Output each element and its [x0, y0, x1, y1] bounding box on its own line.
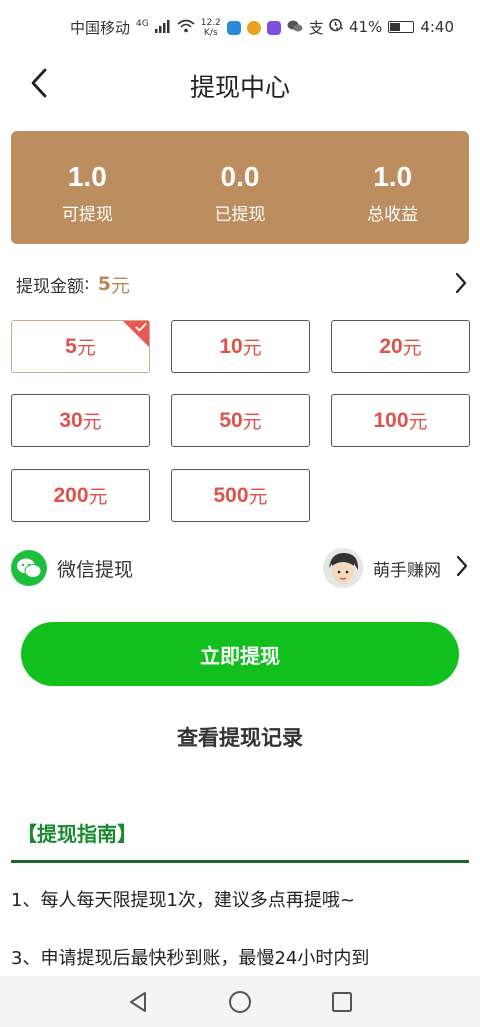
app-notification-icon: [246, 20, 261, 35]
signal-icon: [154, 19, 171, 37]
clock: 4:40: [420, 17, 454, 36]
amount-option-20[interactable]: 20 元: [331, 320, 470, 373]
withdraw-method-row[interactable]: 微信提现 萌手赚网: [11, 545, 469, 591]
chevron-right-icon: [454, 272, 468, 298]
header: 提现中心: [0, 56, 480, 112]
option-unit: 元: [408, 411, 428, 433]
option-value: 20: [379, 334, 403, 358]
triangle-back-icon: [130, 992, 146, 1012]
amount-option-100[interactable]: 100 元: [331, 394, 470, 447]
option-value: 10: [219, 334, 243, 358]
check-icon: [135, 322, 147, 332]
net-speed-unit: K/s: [203, 27, 218, 38]
option-unit: 元: [248, 486, 268, 508]
withdraw-method-label: 微信提现: [57, 558, 134, 581]
withdraw-amount-value: 5: [97, 273, 111, 295]
battery-percent: 41%: [348, 17, 383, 36]
total-earnings-label: 总收益: [367, 205, 419, 225]
avatar: [323, 548, 363, 588]
net-speed-value: 12.2: [200, 17, 221, 28]
net-speed: 12.2 K/s: [201, 18, 221, 38]
total-earnings-value: 1.0: [373, 161, 413, 192]
option-value: 500: [213, 483, 249, 507]
option-unit: 元: [88, 486, 108, 508]
square-recents-icon: [332, 992, 352, 1012]
wechat-notification-icon: [287, 19, 303, 37]
guide-item: 1、每人每天限提现1次，建议多点再提哦~: [11, 890, 355, 911]
view-withdraw-records-link[interactable]: 查看提现记录: [0, 722, 480, 752]
amount-option-30[interactable]: 30 元: [11, 394, 150, 447]
option-unit: 元: [76, 337, 96, 359]
account-name: 萌手赚网: [373, 560, 441, 581]
withdrawn-label: 已提现: [214, 205, 266, 225]
amount-option-5[interactable]: 5元: [11, 320, 150, 373]
amount-option-200[interactable]: 200 元: [11, 469, 150, 522]
wechat-icon: [11, 550, 47, 586]
system-nav-bar: [0, 976, 480, 1027]
alarm-icon: [328, 17, 343, 36]
account-info[interactable]: 萌手赚网: [323, 545, 469, 591]
carrier-label: 中国移动: [70, 19, 131, 37]
total-earnings-stat: 1.0 总收益: [316, 131, 469, 244]
status-bar: 中国移动 4G 12.2 K/s 支 ⋯ 41% 4:40: [0, 0, 480, 56]
option-value: 100: [373, 408, 409, 432]
withdrawn-value: 0.0: [220, 161, 260, 192]
guide-item: 3、申请提现后最快秒到账，最慢24小时内到: [11, 948, 370, 969]
alipay-notification-icon: 支: [308, 19, 324, 37]
withdraw-amount-label: 提现金额: [16, 276, 84, 297]
option-unit: 元: [242, 411, 262, 433]
amount-option-500[interactable]: 500 元: [171, 469, 310, 522]
app-notification-icon: [226, 20, 241, 35]
withdraw-amount-colon: :: [84, 274, 90, 294]
network-label: 4G: [136, 18, 149, 29]
withdraw-amount-row[interactable]: 提现金额 : 5 元: [16, 268, 468, 300]
nav-home-button[interactable]: [226, 988, 254, 1016]
option-value: 30: [59, 408, 83, 432]
option-unit: 元: [402, 337, 422, 359]
amount-option-50[interactable]: 50 元: [171, 394, 310, 447]
withdrawable-value: 1.0: [67, 161, 107, 192]
withdraw-now-button[interactable]: 立即提现: [21, 622, 459, 686]
withdrawable-label: 可提现: [61, 205, 113, 225]
battery-icon: [388, 20, 415, 33]
withdrawn-stat: 0.0 已提现: [164, 131, 317, 244]
nav-back-button[interactable]: [124, 988, 152, 1016]
option-unit: 元: [82, 411, 102, 433]
withdrawable-stat: 1.0 可提现: [11, 131, 164, 244]
option-value: 50: [219, 408, 243, 432]
withdraw-amount-unit: 元: [110, 274, 130, 297]
wifi-icon: [177, 19, 195, 37]
earnings-summary-card: 1.0 可提现 0.0 已提现 1.0 总收益: [11, 131, 469, 244]
app-notification-icon: [266, 20, 281, 35]
option-value: 5: [65, 334, 77, 358]
guide-title: 【提现指南】: [17, 822, 137, 846]
amount-option-10[interactable]: 10 元: [171, 320, 310, 373]
option-value: 200: [53, 483, 89, 507]
circle-home-icon: [229, 991, 251, 1013]
option-unit: 元: [242, 337, 262, 359]
chevron-right-icon: [455, 555, 469, 581]
guide-divider: [11, 860, 469, 863]
page-title: 提现中心: [189, 73, 290, 102]
nav-recents-button[interactable]: [328, 988, 356, 1016]
